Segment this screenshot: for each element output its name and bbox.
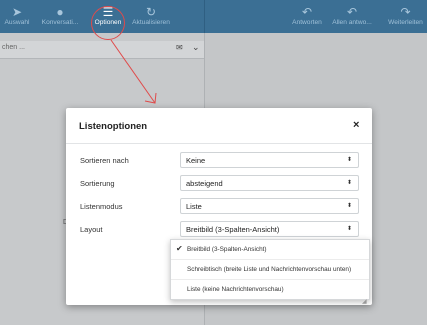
layout-option-desktop[interactable]: Schreibtisch (breite Liste und Nachricht… bbox=[171, 260, 369, 279]
layout-dropdown: ✔ Breitbild (3-Spalten-Ansicht) Schreibt… bbox=[170, 239, 370, 300]
checkmark-icon: ✔ bbox=[176, 244, 183, 253]
close-icon[interactable]: × bbox=[353, 119, 359, 131]
sort-by-label: Sortieren nach bbox=[80, 156, 129, 165]
select-arrows-icon: ⬍ bbox=[346, 203, 352, 209]
select-arrows-icon: ⬍ bbox=[346, 180, 352, 186]
select-arrows-icon: ⬍ bbox=[346, 226, 352, 232]
layout-option-widescreen[interactable]: ✔ Breitbild (3-Spalten-Ansicht) bbox=[171, 240, 369, 259]
sort-by-select[interactable]: Keine ⬍ bbox=[180, 152, 359, 168]
resize-handle-icon[interactable]: ◢ bbox=[362, 298, 367, 305]
list-mode-select[interactable]: Liste ⬍ bbox=[180, 198, 359, 214]
list-mode-label: Listenmodus bbox=[80, 202, 123, 211]
layout-label: Layout bbox=[80, 225, 103, 234]
dialog-divider bbox=[66, 143, 372, 144]
layout-select[interactable]: Breitbild (3-Spalten-Ansicht) ⬍ bbox=[180, 221, 359, 237]
sort-order-label: Sortierung bbox=[80, 179, 115, 188]
sort-order-select[interactable]: absteigend ⬍ bbox=[180, 175, 359, 191]
select-arrows-icon: ⬍ bbox=[346, 157, 352, 163]
dialog-title: Listenoptionen bbox=[79, 121, 148, 132]
layout-option-list[interactable]: Liste (keine Nachrichtenvorschau) bbox=[171, 280, 369, 299]
